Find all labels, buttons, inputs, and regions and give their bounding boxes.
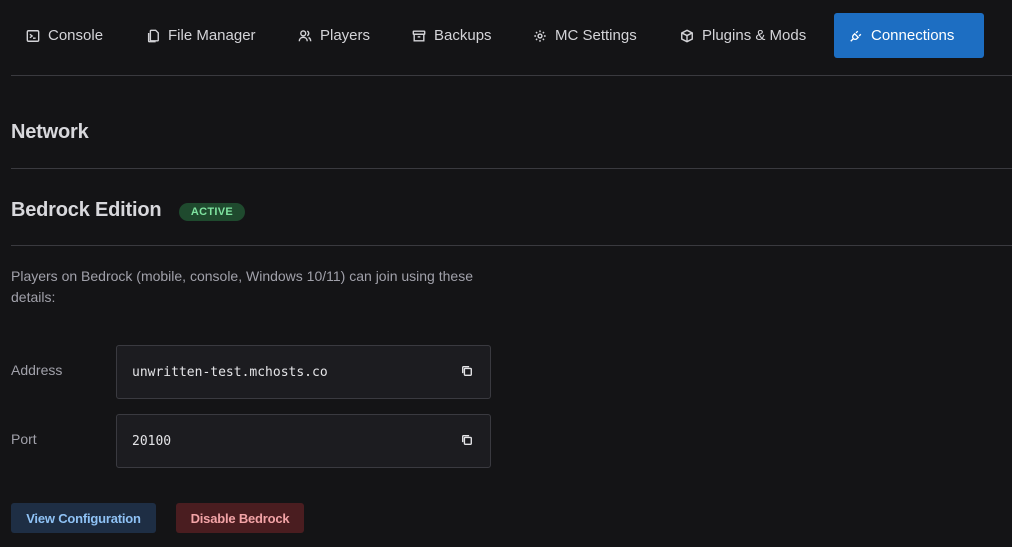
- bedrock-title: Bedrock Edition: [11, 199, 162, 221]
- address-value: unwritten-test.mchosts.co: [132, 364, 328, 380]
- tab-bar: Console File Manager Players Backups MC …: [11, 0, 1012, 76]
- tab-label: Backups: [434, 27, 492, 44]
- files-icon: [146, 29, 160, 43]
- divider: [11, 168, 1012, 169]
- port-value: 20100: [132, 433, 172, 449]
- users-icon: [298, 29, 312, 43]
- terminal-icon: [26, 29, 40, 43]
- package-icon: [680, 29, 694, 43]
- tab-label: Plugins & Mods: [702, 27, 807, 44]
- view-configuration-button[interactable]: View Configuration: [11, 503, 156, 533]
- tab-label: File Manager: [168, 27, 256, 44]
- tab-label: Players: [320, 27, 371, 44]
- port-field: 20100: [116, 414, 491, 468]
- tab-plugins-mods[interactable]: Plugins & Mods: [665, 13, 821, 58]
- tab-file-manager[interactable]: File Manager: [131, 13, 271, 58]
- network-title: Network: [11, 121, 89, 143]
- address-label: Address: [11, 362, 63, 378]
- divider: [11, 245, 1012, 246]
- tab-players[interactable]: Players: [283, 13, 385, 58]
- status-badge: ACTIVE: [179, 203, 245, 221]
- address-field: unwritten-test.mchosts.co: [116, 345, 491, 399]
- tab-backups[interactable]: Backups: [397, 13, 507, 58]
- port-label: Port: [11, 431, 37, 447]
- tab-mc-settings[interactable]: MC Settings: [518, 13, 652, 58]
- plug-icon: [849, 29, 863, 43]
- disable-bedrock-button[interactable]: Disable Bedrock: [176, 503, 304, 533]
- tab-console[interactable]: Console: [11, 13, 118, 58]
- tab-label: MC Settings: [555, 27, 637, 44]
- bedrock-description: Players on Bedrock (mobile, console, Win…: [11, 268, 473, 305]
- copy-icon[interactable]: [461, 365, 475, 379]
- tab-label: Connections: [871, 27, 955, 44]
- archive-icon: [412, 29, 426, 43]
- copy-icon[interactable]: [461, 434, 475, 448]
- tab-connections[interactable]: Connections: [834, 13, 984, 58]
- tab-label: Console: [48, 27, 104, 44]
- gear-icon: [533, 29, 547, 43]
